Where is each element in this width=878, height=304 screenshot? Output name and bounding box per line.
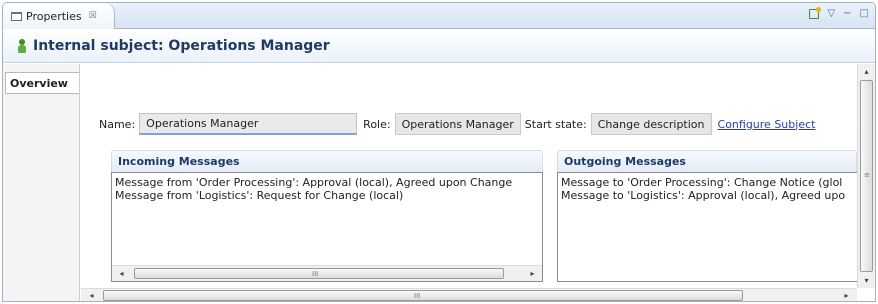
page-tabs-sidebar: Overview xyxy=(3,64,80,301)
outgoing-messages-title: Outgoing Messages xyxy=(557,150,857,172)
list-item[interactable]: Message to 'Logistics': Approval (local)… xyxy=(558,189,857,202)
person-icon xyxy=(17,38,27,54)
tab-overview[interactable]: Overview xyxy=(5,72,79,94)
properties-tab[interactable]: Properties ☒ xyxy=(3,3,115,29)
role-label: Role: xyxy=(363,117,391,131)
hscroll-thumb[interactable]: III xyxy=(103,290,743,301)
scroll-up-icon[interactable]: ▴ xyxy=(862,67,871,76)
scroll-left-icon[interactable]: ◂ xyxy=(87,291,96,300)
scroll-thumb[interactable]: III xyxy=(134,268,504,279)
subject-form-row: Name: Operations Manager Role: Operation… xyxy=(99,113,815,135)
page-hscrollbar[interactable]: ◂ III ▸ xyxy=(81,288,857,301)
vscroll-thumb[interactable]: ≡ xyxy=(860,80,873,272)
scroll-right-icon[interactable]: ▸ xyxy=(842,291,851,300)
pin-icon[interactable] xyxy=(809,7,822,19)
outgoing-list-items: Message to 'Order Processing': Change No… xyxy=(558,176,857,202)
view-actions: ▽ − □ xyxy=(809,7,869,20)
page-title: Internal subject: Operations Manager xyxy=(33,38,330,54)
scroll-down-icon[interactable]: ▾ xyxy=(862,276,871,285)
window-icon xyxy=(11,11,22,21)
tab-overview-label: Overview xyxy=(10,76,68,90)
outgoing-messages-section: Outgoing Messages Message to 'Order Proc… xyxy=(557,150,857,282)
list-item[interactable]: Message to 'Order Processing': Change No… xyxy=(558,176,857,189)
incoming-list-items: Message from 'Order Processing': Approva… xyxy=(112,176,542,202)
properties-view: Properties ☒ ▽ − □ Internal subject: Ope… xyxy=(2,2,876,302)
scroll-left-icon[interactable]: ◂ xyxy=(117,269,126,278)
incoming-messages-section: Incoming Messages Message from 'Order Pr… xyxy=(111,150,543,282)
start-state-field: Change description xyxy=(590,113,712,135)
start-state-label: Start state: xyxy=(524,117,587,131)
close-icon[interactable]: ☒ xyxy=(89,11,97,21)
scroll-right-icon[interactable]: ▸ xyxy=(528,269,537,278)
view-tab-bar: Properties ☒ ▽ − □ xyxy=(3,3,875,29)
incoming-messages-list[interactable]: Message from 'Order Processing': Approva… xyxy=(111,172,543,282)
grip-icon: ≡ xyxy=(864,171,870,179)
outgoing-messages-list[interactable]: Message to 'Order Processing': Change No… xyxy=(557,172,857,282)
incoming-messages-title: Incoming Messages xyxy=(111,150,543,172)
name-field[interactable]: Operations Manager xyxy=(139,113,358,135)
list-item[interactable]: Message from 'Order Processing': Approva… xyxy=(112,176,542,189)
page-vscrollbar[interactable]: ▴ ≡ ▾ xyxy=(857,64,875,288)
configure-subject-link[interactable]: Configure Subject xyxy=(718,118,816,131)
name-label: Name: xyxy=(99,117,136,131)
role-field: Operations Manager xyxy=(394,113,521,135)
properties-tab-label: Properties xyxy=(26,9,82,23)
grip-icon: III xyxy=(312,270,319,278)
overview-page: Name: Operations Manager Role: Operation… xyxy=(81,64,857,288)
list-item[interactable]: Message from 'Logistics': Request for Ch… xyxy=(112,189,542,202)
view-menu-icon[interactable]: ▽ xyxy=(827,8,835,20)
minimize-icon[interactable]: − xyxy=(843,8,851,20)
form-header: Internal subject: Operations Manager xyxy=(3,30,875,63)
incoming-hscrollbar[interactable]: ◂ III ▸ xyxy=(112,265,542,281)
grip-icon: III xyxy=(414,292,421,300)
maximize-icon[interactable]: □ xyxy=(860,8,869,20)
